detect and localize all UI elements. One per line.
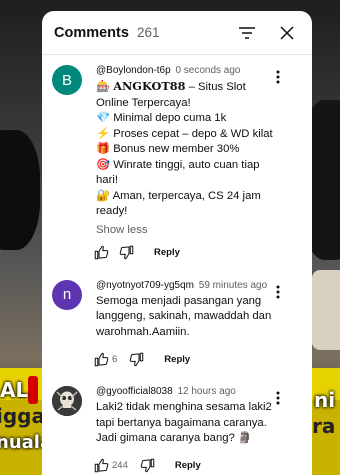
comments-header: Comments 261 — [42, 11, 312, 55]
comment-actions: Reply — [94, 238, 276, 268]
avatar[interactable]: n — [52, 279, 82, 310]
comment-time: 0 seconds ago — [175, 65, 241, 76]
comment-text: Laki2 tidak menghina sesama laki2 tapi b… — [96, 401, 272, 444]
avatar[interactable]: B — [52, 65, 82, 95]
comment-time: 12 hours ago — [177, 386, 236, 397]
bg-figure-right-2 — [312, 270, 340, 350]
bg-caption-text-2: igga — [0, 404, 45, 428]
comment-item: @gyoofficial8038 12 hours ago Laki2 tida… — [42, 374, 312, 475]
like-button[interactable]: 244 — [94, 458, 140, 473]
show-less-button[interactable]: Show less — [96, 222, 148, 238]
thumb-down-icon — [119, 245, 134, 260]
thumb-down-icon — [130, 352, 144, 366]
avatar-letter: n — [62, 286, 72, 303]
slot-machine-emoji: 🎰 — [96, 81, 111, 93]
skull-avatar-icon — [52, 386, 82, 416]
comment-time: 59 minutes ago — [198, 279, 268, 291]
comment-text: Semoga menjadi pasangan yang langgeng, s… — [96, 294, 272, 338]
comment-item: B @Boylondon-t6p 0 seconds ago 🎰 ANGKOT8… — [42, 55, 312, 268]
thumb-up-icon — [94, 352, 109, 366]
bg-caption-text-5: ra — [312, 414, 336, 438]
thumb-up-icon — [94, 458, 109, 473]
bg-caption-text-1: AL — [0, 378, 29, 402]
reply-button[interactable]: Reply — [154, 247, 180, 258]
comments-panel: Comments 261 B @Boylondon-t6p 0 seconds … — [42, 11, 312, 475]
thumb-down-icon — [140, 458, 155, 473]
more-vert-icon[interactable] — [270, 282, 286, 302]
comment-meta: @nyotnyot709-yg5qm 59 minutes ago — [96, 280, 276, 292]
bg-exclamation-mark — [28, 376, 38, 404]
comment-body: @Boylondon-t6p 0 seconds ago 🎰 ANGKOT88 … — [94, 65, 312, 268]
sort-icon[interactable] — [234, 20, 260, 46]
close-icon[interactable] — [274, 20, 300, 46]
comments-list: B @Boylondon-t6p 0 seconds ago 🎰 ANGKOT8… — [42, 55, 312, 475]
bg-caption-text-4: ni — [314, 388, 336, 412]
comment-brand: ANGKOT88 — [113, 79, 186, 93]
dislike-button[interactable] — [129, 352, 144, 367]
avatar[interactable] — [52, 386, 82, 416]
more-vert-icon[interactable] — [270, 67, 286, 87]
comments-count: 261 — [136, 25, 160, 40]
comment-author[interactable]: @gyoofficial8038 — [96, 386, 173, 397]
like-button[interactable]: 6 — [94, 352, 129, 367]
comment-actions: 6 Reply — [94, 344, 276, 374]
avatar-letter: B — [61, 71, 72, 89]
bg-figure-left — [0, 130, 40, 250]
comment-author[interactable]: @Boylondon-t6p — [96, 65, 171, 76]
comment-author[interactable]: @nyotnyot709-yg5qm — [96, 280, 194, 291]
comments-title: Comments — [54, 24, 129, 41]
like-count: 244 — [112, 460, 128, 471]
comment-meta: @Boylondon-t6p 0 seconds ago — [96, 65, 276, 77]
dislike-button[interactable] — [140, 458, 155, 473]
more-vert-icon[interactable] — [270, 388, 286, 408]
comment-item: n @nyotnyot709-yg5qm 59 minutes ago Semo… — [42, 268, 312, 375]
thumb-up-icon — [94, 245, 109, 260]
comment-actions: 244 Reply — [94, 451, 276, 475]
comment-text-rest: 💎 Minimal depo cuma 1k ⚡ Proses cepat – … — [96, 112, 273, 217]
like-button[interactable] — [94, 245, 109, 260]
comment-meta: @gyoofficial8038 12 hours ago — [96, 386, 276, 398]
dislike-button[interactable] — [119, 245, 134, 260]
reply-button[interactable]: Reply — [164, 354, 190, 365]
like-count: 6 — [112, 353, 118, 365]
reply-button[interactable]: Reply — [175, 460, 201, 471]
comment-text: 🎰 ANGKOT88 – Situs Slot Online Terpercay… — [96, 79, 276, 111]
